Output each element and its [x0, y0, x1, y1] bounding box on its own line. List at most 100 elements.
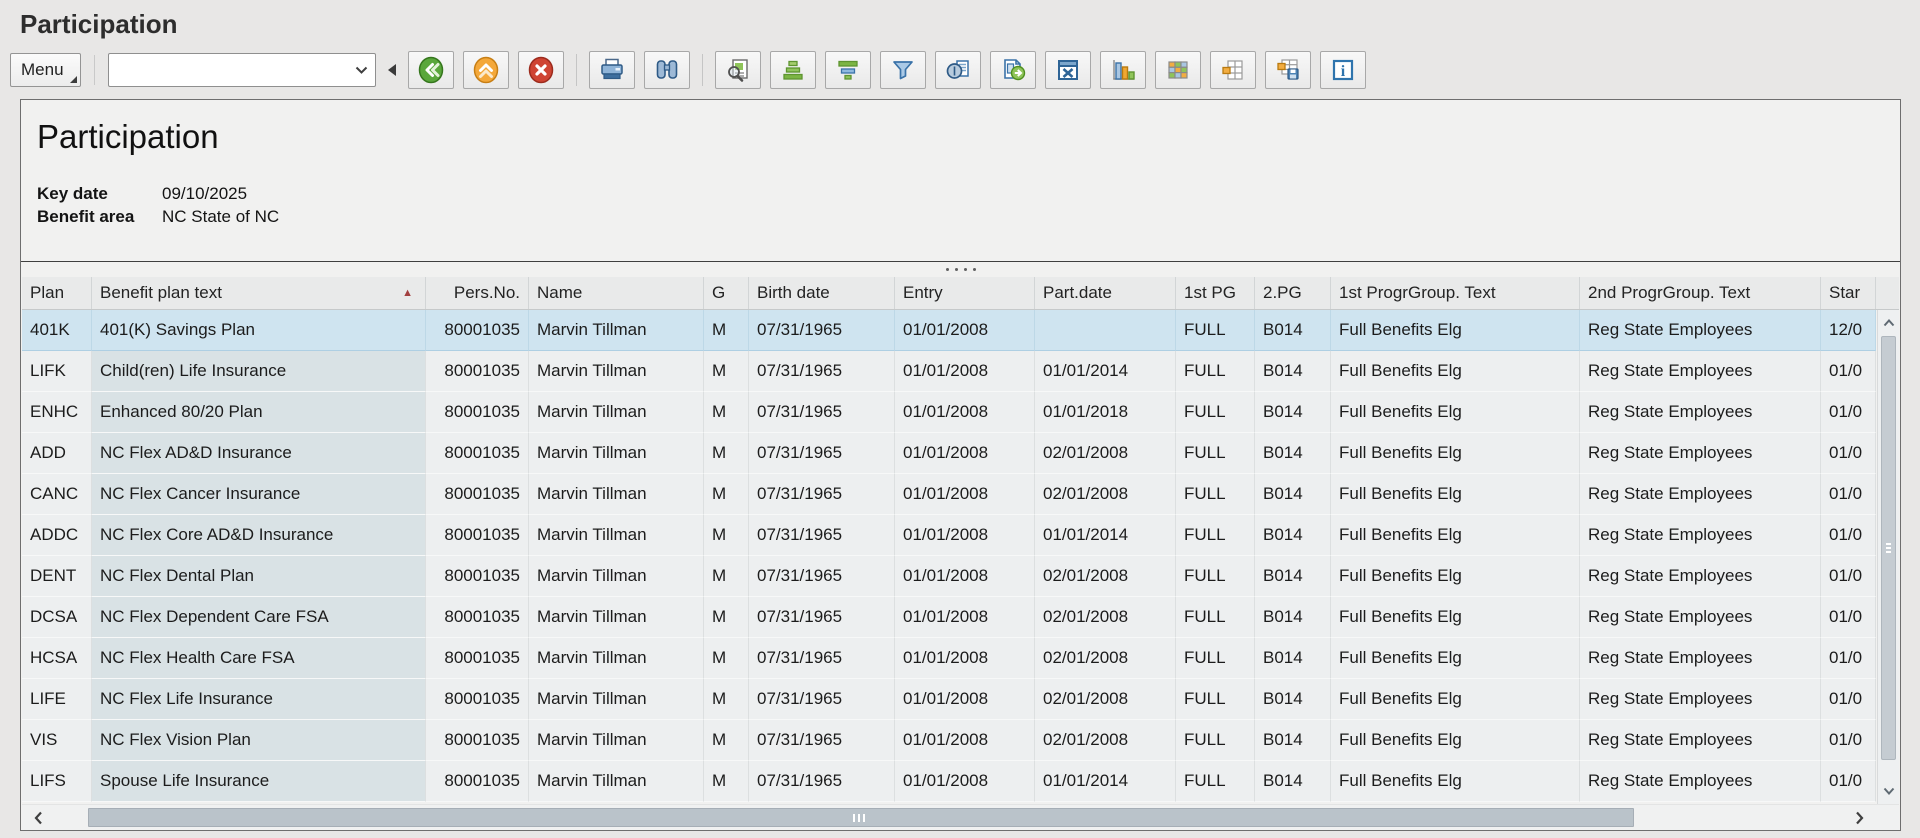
- table-row[interactable]: LIFSSpouse Life Insurance80001035Marvin …: [22, 761, 1876, 802]
- column-header-start[interactable]: Star: [1821, 277, 1876, 309]
- cell-pers_no[interactable]: 80001035: [426, 474, 529, 515]
- cell-entry[interactable]: 01/01/2008: [895, 556, 1035, 597]
- vertical-scrollbar[interactable]: [1877, 310, 1899, 804]
- cell-g[interactable]: M: [704, 720, 749, 761]
- cell-start[interactable]: 01/0: [1821, 720, 1876, 761]
- cell-birth_date[interactable]: 07/31/1965: [749, 679, 895, 720]
- cell-start[interactable]: 01/0: [1821, 351, 1876, 392]
- cell-name[interactable]: Marvin Tillman: [529, 433, 704, 474]
- export-button[interactable]: [990, 51, 1036, 89]
- cell-plan[interactable]: DCSA: [22, 597, 92, 638]
- cell-pg_2[interactable]: B014: [1255, 433, 1331, 474]
- cell-pg2_text[interactable]: Reg State Employees: [1580, 433, 1821, 474]
- cell-pg2_text[interactable]: Reg State Employees: [1580, 556, 1821, 597]
- table-row[interactable]: 401K401(K) Savings Plan80001035Marvin Ti…: [22, 310, 1876, 351]
- menu-button[interactable]: Menu: [10, 53, 81, 87]
- cell-pers_no[interactable]: 80001035: [426, 556, 529, 597]
- cell-benefit_plan_text[interactable]: 401(K) Savings Plan: [92, 310, 426, 351]
- cell-pg1_text[interactable]: Full Benefits Elg: [1331, 433, 1580, 474]
- cell-pg2_text[interactable]: Reg State Employees: [1580, 310, 1821, 351]
- excel-view-button[interactable]: [1045, 51, 1091, 89]
- cell-pg1_text[interactable]: Full Benefits Elg: [1331, 392, 1580, 433]
- cell-pg1_text[interactable]: Full Benefits Elg: [1331, 474, 1580, 515]
- cell-start[interactable]: 12/0: [1821, 310, 1876, 351]
- exit-button[interactable]: [463, 51, 509, 89]
- sort-descending-button[interactable]: [825, 51, 871, 89]
- cell-part_date[interactable]: 02/01/2008: [1035, 720, 1176, 761]
- cell-g[interactable]: M: [704, 556, 749, 597]
- cell-pers_no[interactable]: 80001035: [426, 351, 529, 392]
- print-version-button[interactable]: [935, 51, 981, 89]
- cell-benefit_plan_text[interactable]: NC Flex Cancer Insurance: [92, 474, 426, 515]
- cell-start[interactable]: 01/0: [1821, 515, 1876, 556]
- cell-part_date[interactable]: 02/01/2008: [1035, 638, 1176, 679]
- cell-g[interactable]: M: [704, 597, 749, 638]
- cell-pg_1[interactable]: FULL: [1176, 761, 1255, 802]
- cell-start[interactable]: 01/0: [1821, 433, 1876, 474]
- cell-birth_date[interactable]: 07/31/1965: [749, 433, 895, 474]
- cell-start[interactable]: 01/0: [1821, 679, 1876, 720]
- cell-birth_date[interactable]: 07/31/1965: [749, 556, 895, 597]
- cell-pg2_text[interactable]: Reg State Employees: [1580, 720, 1821, 761]
- table-row[interactable]: VISNC Flex Vision Plan80001035Marvin Til…: [22, 720, 1876, 761]
- cell-entry[interactable]: 01/01/2008: [895, 433, 1035, 474]
- cell-pg2_text[interactable]: Reg State Employees: [1580, 761, 1821, 802]
- cell-pg_1[interactable]: FULL: [1176, 556, 1255, 597]
- cell-pg2_text[interactable]: Reg State Employees: [1580, 638, 1821, 679]
- cell-g[interactable]: M: [704, 761, 749, 802]
- cell-pg_1[interactable]: FULL: [1176, 392, 1255, 433]
- cell-pg1_text[interactable]: Full Benefits Elg: [1331, 638, 1580, 679]
- cell-benefit_plan_text[interactable]: NC Flex Dependent Care FSA: [92, 597, 426, 638]
- cell-part_date[interactable]: 02/01/2008: [1035, 679, 1176, 720]
- column-header-g[interactable]: G: [704, 277, 749, 309]
- column-header-part_date[interactable]: Part.date: [1035, 277, 1176, 309]
- column-header-name[interactable]: Name: [529, 277, 704, 309]
- table-row[interactable]: DCSANC Flex Dependent Care FSA80001035Ma…: [22, 597, 1876, 638]
- cell-part_date[interactable]: 01/01/2014: [1035, 761, 1176, 802]
- column-header-entry[interactable]: Entry: [895, 277, 1035, 309]
- cell-plan[interactable]: VIS: [22, 720, 92, 761]
- column-header-birth_date[interactable]: Birth date: [749, 277, 895, 309]
- cell-birth_date[interactable]: 07/31/1965: [749, 515, 895, 556]
- cell-pg_2[interactable]: B014: [1255, 597, 1331, 638]
- cell-part_date[interactable]: 02/01/2008: [1035, 556, 1176, 597]
- column-header-pg_1[interactable]: 1st PG: [1176, 277, 1255, 309]
- cell-pg1_text[interactable]: Full Benefits Elg: [1331, 351, 1580, 392]
- chart-button[interactable]: [1100, 51, 1146, 89]
- cell-pers_no[interactable]: 80001035: [426, 433, 529, 474]
- back-button[interactable]: [408, 51, 454, 89]
- cell-plan[interactable]: DENT: [22, 556, 92, 597]
- cell-name[interactable]: Marvin Tillman: [529, 310, 704, 351]
- cell-benefit_plan_text[interactable]: Spouse Life Insurance: [92, 761, 426, 802]
- cell-pg1_text[interactable]: Full Benefits Elg: [1331, 310, 1580, 351]
- cell-plan[interactable]: 401K: [22, 310, 92, 351]
- vertical-scroll-thumb[interactable]: [1881, 336, 1896, 760]
- scroll-right-button[interactable]: [1847, 805, 1871, 831]
- cell-pg_2[interactable]: B014: [1255, 474, 1331, 515]
- cell-pg_2[interactable]: B014: [1255, 351, 1331, 392]
- horizontal-scrollbar[interactable]: [22, 804, 1899, 830]
- cell-birth_date[interactable]: 07/31/1965: [749, 638, 895, 679]
- cell-name[interactable]: Marvin Tillman: [529, 515, 704, 556]
- cell-name[interactable]: Marvin Tillman: [529, 474, 704, 515]
- change-layout-button[interactable]: [1210, 51, 1256, 89]
- cell-name[interactable]: Marvin Tillman: [529, 392, 704, 433]
- cell-pg_1[interactable]: FULL: [1176, 679, 1255, 720]
- print-button[interactable]: [589, 51, 635, 89]
- cell-pg_2[interactable]: B014: [1255, 515, 1331, 556]
- cell-start[interactable]: 01/0: [1821, 556, 1876, 597]
- info-button[interactable]: i: [1320, 51, 1366, 89]
- cell-pg_1[interactable]: FULL: [1176, 433, 1255, 474]
- cell-start[interactable]: 01/0: [1821, 638, 1876, 679]
- table-row[interactable]: LIFENC Flex Life Insurance80001035Marvin…: [22, 679, 1876, 720]
- table-row[interactable]: ENHCEnhanced 80/20 Plan80001035Marvin Ti…: [22, 392, 1876, 433]
- command-field-input[interactable]: [109, 54, 349, 86]
- cell-benefit_plan_text[interactable]: NC Flex AD&D Insurance: [92, 433, 426, 474]
- find-button[interactable]: [644, 51, 690, 89]
- cell-pg2_text[interactable]: Reg State Employees: [1580, 597, 1821, 638]
- cell-g[interactable]: M: [704, 638, 749, 679]
- cell-pg_2[interactable]: B014: [1255, 556, 1331, 597]
- cell-pg_2[interactable]: B014: [1255, 310, 1331, 351]
- cell-name[interactable]: Marvin Tillman: [529, 720, 704, 761]
- cell-plan[interactable]: ENHC: [22, 392, 92, 433]
